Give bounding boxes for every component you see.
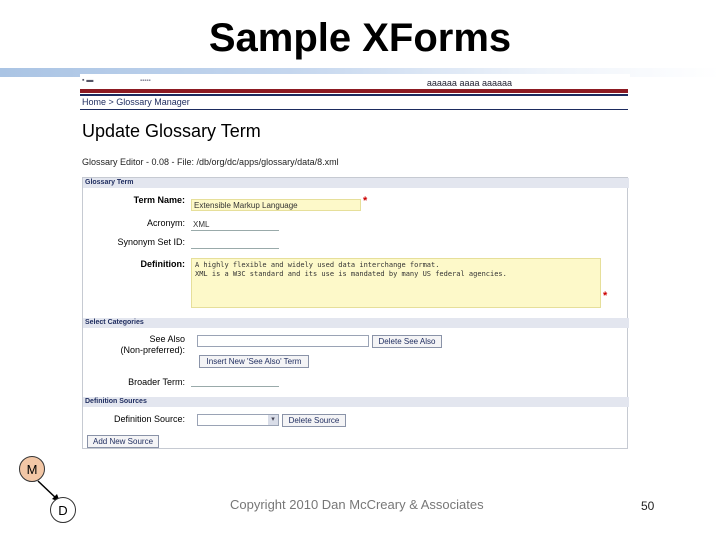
- copyright-text: Copyright 2010 Dan McCreary & Associates: [230, 497, 484, 512]
- slide-number: 50: [641, 499, 655, 513]
- node-d: D: [50, 497, 76, 523]
- m-to-d-connector: [37, 480, 60, 502]
- node-m: M: [19, 456, 45, 482]
